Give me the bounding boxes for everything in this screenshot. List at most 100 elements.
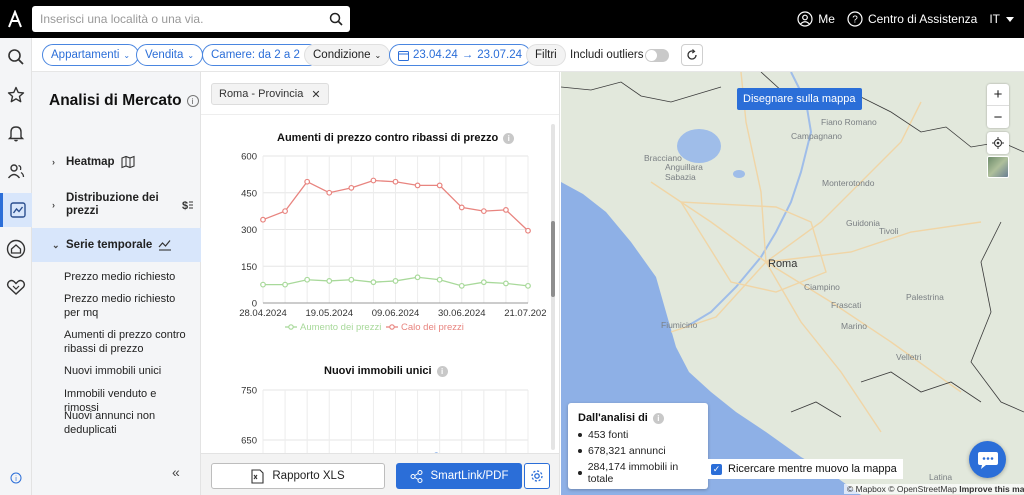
data-point	[282, 208, 288, 215]
chevron-right-icon: ›	[52, 157, 55, 167]
sidebar-item-heatmap[interactable]: › Heatmap	[32, 152, 201, 172]
attribution-text: © Mapbox © OpenStreetMap	[847, 484, 957, 494]
map-view[interactable]: Bracciano Anguillara Sabazia Campagnano …	[561, 72, 1024, 495]
chart-title: Nuovi immobili unici i	[324, 365, 448, 377]
data-point	[260, 216, 266, 223]
info-icon[interactable]: i	[186, 95, 199, 107]
house-money-icon[interactable]	[0, 232, 32, 266]
zoom-out-button[interactable]: −	[987, 106, 1009, 128]
outliers-toggle[interactable]	[645, 49, 669, 62]
sidebar-subitem[interactable]: Aumenti di prezzo contro ribassi di prez…	[64, 328, 194, 356]
contract-dropdown[interactable]: Vendita ⌄	[136, 44, 204, 66]
search-on-move-checkbox[interactable]: ✓ Ricercare mentre muovo la mappa	[705, 459, 903, 479]
top-bar: Me ? Centro di Assistenza IT	[0, 0, 1024, 38]
sidebar-subitem[interactable]: Prezzo medio richiesto per mq	[64, 292, 194, 320]
sidebar-subitem[interactable]: Prezzo medio richiesto	[64, 270, 194, 284]
search-icon[interactable]	[322, 7, 350, 31]
chevron-down-icon: ⌄	[374, 50, 382, 60]
search-box	[32, 6, 350, 32]
sidebar-subitem[interactable]: Nuovi annunci non deduplicati	[64, 409, 194, 437]
y-tick-label: 300	[241, 225, 257, 236]
x-tick-label: 28.04.2024	[239, 308, 287, 319]
draw-on-map-button[interactable]: Disegnare sulla mappa	[737, 88, 862, 110]
collapse-sidebar-button[interactable]: «	[172, 464, 180, 480]
chart-title-text: Nuovi immobili unici	[324, 365, 432, 377]
data-point	[260, 281, 266, 288]
info-icon[interactable]: i	[436, 365, 448, 377]
locate-icon[interactable]	[987, 132, 1009, 154]
data-point	[348, 184, 355, 191]
language-selector[interactable]: IT	[989, 12, 1000, 26]
star-icon[interactable]	[0, 78, 32, 112]
chart-icon[interactable]	[0, 193, 32, 227]
date-range-picker[interactable]: 23.04.24 → 23.07.24	[389, 44, 532, 66]
map-place-label: Velletri	[896, 352, 922, 362]
xls-report-label: Rapporto XLS	[272, 470, 345, 482]
date-to: 23.07.24	[477, 49, 523, 61]
bell-icon[interactable]	[0, 116, 32, 150]
stats-item: 284,174 immobili in totale	[578, 461, 698, 485]
xls-file-icon	[251, 468, 264, 484]
y-tick-label: 450	[241, 188, 257, 199]
condition-dropdown[interactable]: Condizione ⌄	[304, 44, 391, 66]
scrollbar-thumb[interactable]	[551, 221, 555, 297]
data-point	[282, 281, 288, 288]
sidebar-item-price-distribution[interactable]: › Distribuzione dei prezzi $	[32, 190, 201, 220]
smartlink-pdf-button[interactable]: SmartLink/PDF	[396, 463, 522, 489]
data-point	[480, 208, 487, 215]
info-icon[interactable]: i	[652, 412, 664, 424]
zoom-control: + −	[987, 84, 1009, 128]
chevron-down-icon[interactable]	[1006, 12, 1014, 26]
sidebar-subitem[interactable]: Nuovi immobili unici	[64, 364, 194, 378]
refresh-icon[interactable]	[681, 44, 703, 66]
map-place-label: Palestrina	[906, 292, 944, 302]
data-point	[370, 177, 377, 184]
rooms-dropdown[interactable]: Camere: da 2 a 2⌄	[202, 44, 320, 66]
search-nav-icon[interactable]	[0, 40, 32, 74]
info-icon[interactable]: i	[0, 461, 32, 495]
improve-map-link[interactable]: Improve this map	[959, 484, 1024, 494]
property-type-dropdown[interactable]: Appartamenti ⌄	[42, 44, 140, 66]
map-place-label: Monterotondo	[822, 178, 875, 188]
outliers-label: Includi outliers	[570, 49, 644, 61]
map-place-label: Guidonia	[846, 218, 881, 228]
filters-button[interactable]: Filtri	[526, 44, 566, 66]
map-place-label: Campagnano	[791, 131, 843, 141]
help-center-button[interactable]: ? Centro di Assistenza	[847, 11, 977, 27]
map-place-label: Ciampino	[804, 282, 840, 292]
share-icon	[410, 469, 423, 483]
stats-title-text: Dall'analisi di	[578, 412, 648, 424]
new-properties-chart: 650 750	[241, 386, 529, 453]
data-point	[370, 279, 377, 286]
rooms-value: Camere: da 2 a 2	[211, 49, 300, 61]
chart-title-text: Aumenti di prezzo contro ribassi di prez…	[277, 132, 499, 144]
close-icon[interactable]: ✕	[311, 88, 320, 101]
info-icon[interactable]: i	[503, 132, 515, 144]
money-icon: $	[182, 200, 193, 212]
x-tick-label: 21.07.2024	[504, 308, 546, 319]
market-analysis-sidebar: Analisi di Mercato i › Heatmap › Distrib…	[32, 72, 201, 495]
map-city-label: Roma	[768, 258, 798, 270]
search-input[interactable]	[32, 7, 322, 31]
arrow-right-icon: →	[461, 49, 474, 61]
export-bar: Rapporto XLS SmartLink/PDF	[201, 453, 559, 495]
gear-icon[interactable]	[524, 463, 550, 489]
data-point	[503, 207, 509, 213]
chat-icon[interactable]	[969, 441, 1006, 478]
sidebar-item-label: Serie temporale	[66, 239, 153, 251]
data-point	[525, 227, 531, 234]
data-point	[436, 276, 443, 283]
sidebar-item-time-series[interactable]: ⌄ Serie temporale	[32, 228, 201, 262]
map-place-label: Fiano Romano	[821, 117, 877, 127]
xls-report-button[interactable]: Rapporto XLS	[211, 463, 385, 489]
logo-icon[interactable]	[0, 0, 30, 38]
zoom-in-button[interactable]: +	[987, 84, 1009, 106]
stats-title: Dall'analisi di i	[578, 412, 698, 424]
filters-label: Filtri	[535, 49, 557, 61]
location-chip[interactable]: Roma - Provincia ✕	[211, 83, 329, 105]
satellite-layer-toggle[interactable]	[987, 156, 1009, 178]
price-changes-chart: 015030045060028.04.2024 19.05.2024 09.06.2…	[239, 152, 546, 334]
users-icon[interactable]	[0, 154, 32, 188]
profile-button[interactable]: Me	[797, 11, 835, 27]
handshake-icon[interactable]	[0, 270, 32, 304]
